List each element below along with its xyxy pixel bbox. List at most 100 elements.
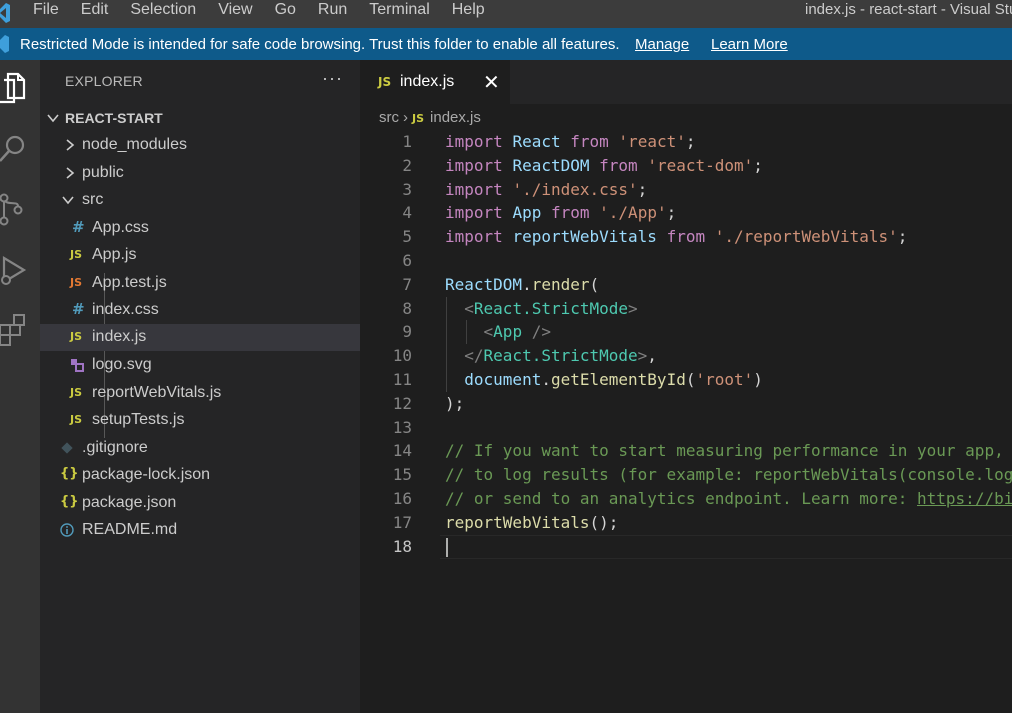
code-token: document (464, 370, 542, 389)
code-token: import (445, 132, 503, 151)
code-text: import React from 'react'; (445, 130, 696, 154)
code-line[interactable]: 17 reportWebVitals(); (360, 511, 1012, 535)
code-token: ) (753, 370, 763, 389)
code-line[interactable]: 10 </React.StrictMode>, (360, 344, 1012, 368)
code-line[interactable]: 12); (360, 392, 1012, 416)
tree-item-label: node_modules (82, 136, 187, 153)
source-control-icon[interactable] (0, 193, 30, 227)
menu-run[interactable]: Run (307, 0, 358, 20)
close-icon[interactable]: ✕ (483, 70, 500, 95)
tree-file-package-json[interactable]: {} package.json (40, 490, 360, 517)
tree-file-index-css[interactable]: # index.css (40, 297, 360, 324)
tree-file-index-js[interactable]: JS index.js (40, 324, 360, 351)
breadcrumb: src › JS index.js (379, 109, 481, 126)
menu-bar: File Edit Selection View Go Run Terminal… (22, 0, 496, 20)
code-token: ); (445, 393, 465, 413)
tab-label: index.js (400, 73, 455, 90)
line-number: 4 (402, 203, 412, 223)
tree-file-app-css[interactable]: # App.css (40, 215, 360, 242)
code-token: > (628, 298, 638, 318)
code-text: // to log results (for example: reportWe… (445, 463, 1012, 487)
menu-go[interactable]: Go (264, 0, 307, 20)
tree-file-package-lock-json[interactable]: {} package-lock.json (40, 462, 360, 489)
extensions-icon[interactable] (0, 313, 30, 347)
menu-terminal[interactable]: Terminal (358, 0, 440, 20)
tree-file-app-test-js[interactable]: JS App.test.js (40, 270, 360, 297)
line-number: 15 (392, 465, 412, 485)
explorer-icon[interactable] (0, 70, 30, 104)
code-text: ); (445, 392, 464, 416)
tree-file-readme-md[interactable]: README.md (40, 517, 360, 544)
code-line[interactable]: 8 <React.StrictMode> (360, 297, 1012, 321)
tree-item-label: App.js (92, 246, 137, 263)
js-test-file-icon: JS (70, 276, 83, 289)
tree-folder-src[interactable]: src (40, 187, 360, 214)
run-debug-icon[interactable] (0, 254, 30, 288)
code-token: https://bi (917, 489, 1012, 508)
js-file-icon: JS (412, 112, 425, 125)
code-line[interactable]: 5 import reportWebVitals from './reportWe… (360, 225, 1012, 249)
code-line[interactable]: 15 // to log results (for example: report… (360, 463, 1012, 487)
code-token: ; (637, 179, 648, 199)
code-line[interactable]: 7 ReactDOM.render( (360, 273, 1012, 297)
code-token: from (599, 155, 638, 175)
code-token: ; (666, 203, 677, 223)
css-file-icon: # (72, 218, 85, 236)
js-file-icon: JS (70, 330, 83, 343)
line-number: 17 (392, 512, 412, 532)
vscode-logo-icon (0, 3, 10, 23)
more-actions-icon[interactable]: ··· (322, 68, 343, 89)
code-line[interactable]: 2 import ReactDOM from 'react-dom'; (360, 154, 1012, 178)
code-line[interactable]: 14 // If you want to start measuring perf… (360, 439, 1012, 463)
search-icon[interactable] (0, 132, 30, 166)
code-line[interactable]: 13 (360, 416, 1012, 440)
menu-file[interactable]: File (22, 0, 70, 20)
tree-item-label: App.test.js (92, 274, 167, 291)
code-token: ; (753, 155, 763, 175)
code-token: App (512, 203, 542, 223)
restricted-mode-banner: Restricted Mode is intended for safe cod… (0, 28, 1012, 60)
code-line[interactable]: 18 (360, 534, 1012, 559)
tab-index-js[interactable]: JS index.js ✕ (360, 60, 510, 104)
code-line[interactable]: 4 import App from './App'; (360, 201, 1012, 225)
tree-file-app-js[interactable]: JS App.js (40, 242, 360, 269)
code-line[interactable]: 6 (360, 249, 1012, 273)
breadcrumb-file[interactable]: index.js (430, 109, 481, 126)
menu-selection[interactable]: Selection (119, 0, 207, 20)
js-file-icon: JS (70, 248, 83, 261)
info-icon (60, 523, 74, 537)
code-line[interactable]: 1 import React from 'react'; (360, 130, 1012, 154)
code-line[interactable]: 9 <App /> (360, 320, 1012, 344)
menu-edit[interactable]: Edit (70, 0, 120, 20)
code-token: ReactDOM (512, 155, 590, 175)
tree-folder-node-modules[interactable]: node_modules (40, 132, 360, 159)
line-number: 8 (402, 298, 412, 318)
tree-item-label: package-lock.json (82, 466, 211, 483)
menu-view[interactable]: View (207, 0, 263, 20)
code-token: import (445, 155, 503, 175)
tree-file-report-web-vitals-js[interactable]: JS reportWebVitals.js (40, 380, 360, 407)
code-text: import ReactDOM from 'react-dom'; (445, 154, 763, 178)
line-number: 5 (402, 227, 412, 247)
tree-item-label: src (82, 191, 104, 208)
breadcrumb-folder[interactable]: src (379, 109, 399, 126)
line-number: 11 (392, 370, 412, 389)
chevron-down-icon (47, 114, 59, 123)
code-line[interactable]: 11 document.getElementById('root') (360, 368, 1012, 392)
tree-folder-public[interactable]: public (40, 160, 360, 187)
manage-link[interactable]: Manage (635, 36, 689, 53)
code-line[interactable]: 16 // or send to an analytics endpoint. L… (360, 487, 1012, 511)
code-line[interactable]: 3 import './index.css'; (360, 178, 1012, 202)
menu-help[interactable]: Help (441, 0, 496, 20)
tree-file-setup-tests-js[interactable]: JS setupTests.js (40, 407, 360, 434)
learn-more-link[interactable]: Learn More (711, 36, 788, 53)
tree-file-logo-svg[interactable]: logo.svg (40, 352, 360, 379)
tree-file-gitignore[interactable]: .gitignore (40, 435, 360, 462)
code-token: 'root' (695, 370, 754, 389)
code-token: < (464, 298, 474, 318)
code-text: import App from './App'; (445, 201, 676, 225)
project-header[interactable]: REACT-START (40, 105, 360, 132)
